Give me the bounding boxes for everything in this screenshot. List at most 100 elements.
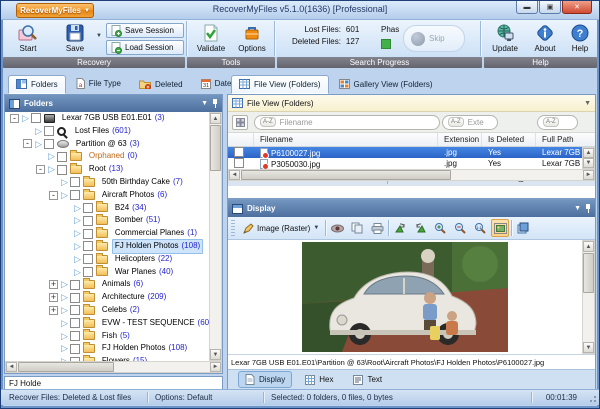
expand-toggle-icon[interactable]: - bbox=[10, 113, 19, 123]
tree-checkbox[interactable] bbox=[69, 190, 80, 201]
pin-icon[interactable] bbox=[212, 99, 218, 108]
tree-checkbox[interactable] bbox=[69, 330, 80, 341]
col-extension[interactable]: Extension bbox=[438, 133, 482, 146]
maximize-button[interactable]: ▣ bbox=[539, 1, 561, 14]
zoom-actual-size-icon[interactable]: 1:1 bbox=[471, 219, 489, 237]
file-checkbox[interactable] bbox=[234, 157, 244, 168]
fit-to-window-icon[interactable] bbox=[491, 219, 510, 237]
panel-menu-icon[interactable]: ▼ bbox=[201, 100, 208, 107]
zoom-out-icon[interactable] bbox=[451, 219, 469, 237]
image-mode-dropdown[interactable]: Image (Raster) ▼ bbox=[239, 222, 323, 235]
validate-button[interactable]: Validate bbox=[190, 21, 232, 55]
deleted-tab-icon bbox=[139, 79, 151, 89]
tree-checkbox[interactable] bbox=[82, 202, 93, 213]
col-filename[interactable]: Filename bbox=[254, 133, 438, 146]
tree-item[interactable]: ▷ B24 (34) bbox=[5, 201, 209, 215]
zoom-in-icon[interactable] bbox=[431, 219, 449, 237]
view-eye-icon[interactable] bbox=[328, 219, 346, 237]
tree-item[interactable]: ▷ Helicopters (22) bbox=[5, 252, 209, 266]
print-icon[interactable] bbox=[368, 219, 386, 237]
tab-file-type[interactable]: a File Type bbox=[68, 74, 129, 94]
tab-text[interactable]: Text bbox=[346, 372, 389, 388]
goto-arrow-icon: ▷ bbox=[61, 317, 68, 328]
svg-text:1:1: 1:1 bbox=[477, 225, 483, 230]
tree-checkbox[interactable] bbox=[82, 215, 93, 226]
tree-checkbox[interactable] bbox=[82, 266, 93, 277]
load-session-icon bbox=[111, 41, 122, 54]
resize-grip[interactable] bbox=[588, 394, 597, 403]
field-chooser-button[interactable] bbox=[232, 114, 248, 130]
pin-icon[interactable] bbox=[585, 204, 591, 213]
preview-vscrollbar[interactable]: ▲ ▼ bbox=[582, 240, 595, 354]
search-counters: Lost Files: 601 Deleted Files: 127 bbox=[292, 25, 359, 46]
tree-checkbox[interactable] bbox=[69, 343, 80, 354]
save-dropdown-arrow[interactable]: ▼ bbox=[96, 33, 102, 39]
save-button[interactable]: Save bbox=[55, 21, 95, 55]
expand-toggle-icon[interactable]: + bbox=[49, 280, 58, 290]
tree-checkbox[interactable] bbox=[69, 318, 80, 329]
options-button[interactable]: Options bbox=[233, 21, 271, 55]
tree-checkbox[interactable] bbox=[69, 177, 80, 188]
tree-checkbox[interactable] bbox=[56, 151, 67, 162]
checkbox-column-header[interactable] bbox=[228, 133, 254, 146]
list-hscrollbar[interactable]: ◄ ► bbox=[228, 169, 595, 181]
file-row[interactable]: P6100027.jpg .jpg Yes Lexar 7GB bbox=[228, 146, 595, 158]
folder-icon bbox=[95, 265, 108, 277]
load-session-button[interactable]: Load Session bbox=[106, 40, 184, 55]
tab-gallery-view[interactable]: Gallery View (Folders) bbox=[331, 75, 441, 94]
fullpath-filter-input[interactable]: A-Z bbox=[537, 114, 578, 130]
col-full-path[interactable]: Full Path bbox=[536, 133, 580, 146]
tree-checkbox[interactable] bbox=[69, 305, 80, 316]
tree-checkbox[interactable] bbox=[82, 228, 93, 239]
float-panel-icon[interactable] bbox=[514, 219, 532, 237]
tab-file-view[interactable]: File View (Folders) bbox=[231, 75, 329, 94]
extension-filter-input[interactable]: A-Z Exte bbox=[442, 114, 498, 130]
photo-preview[interactable] bbox=[302, 242, 508, 352]
toolbar-grip[interactable] bbox=[231, 220, 235, 236]
panel-menu-icon[interactable]: ▼ bbox=[584, 100, 591, 107]
help-button[interactable]: ? Help bbox=[564, 21, 596, 55]
tree-checkbox[interactable] bbox=[43, 138, 54, 149]
col-is-deleted[interactable]: Is Deleted bbox=[482, 133, 536, 146]
update-button[interactable]: Update bbox=[485, 21, 525, 55]
file-checkbox[interactable] bbox=[234, 146, 244, 157]
list-vscrollbar[interactable]: ▲ ▼ bbox=[582, 147, 595, 169]
expand-toggle-icon[interactable]: - bbox=[23, 139, 32, 149]
tree-vscrollbar[interactable]: ▲ ▼ bbox=[209, 112, 222, 361]
expand-toggle-icon[interactable]: + bbox=[49, 293, 58, 303]
tree-hscrollbar[interactable]: ◄ ► bbox=[5, 361, 222, 373]
tree-checkbox[interactable] bbox=[69, 279, 80, 290]
filename-filter-input[interactable]: A-Z Filename bbox=[254, 114, 440, 130]
expand-toggle-icon[interactable]: - bbox=[49, 190, 58, 200]
expand-toggle-icon[interactable]: + bbox=[49, 305, 58, 315]
file-view-header-icon bbox=[232, 98, 243, 108]
tree-checkbox[interactable] bbox=[82, 241, 93, 252]
tree-checkbox[interactable] bbox=[56, 164, 67, 175]
rotate-left-icon[interactable] bbox=[391, 219, 409, 237]
expand-toggle-icon[interactable]: - bbox=[36, 165, 45, 175]
tree-item[interactable]: ▷ FJ Holden Photos (108) bbox=[5, 238, 209, 254]
tab-display[interactable]: Display bbox=[238, 371, 293, 388]
tree-checkbox[interactable] bbox=[69, 292, 80, 303]
skip-button[interactable]: Skip bbox=[403, 25, 465, 52]
about-button[interactable]: About bbox=[527, 21, 563, 55]
minimize-button[interactable]: ▬ bbox=[516, 1, 538, 14]
tree-checkbox[interactable] bbox=[43, 126, 54, 137]
tab-hex[interactable]: Hex bbox=[298, 372, 340, 388]
tree-item-count: (3) bbox=[154, 113, 165, 122]
tab-folders[interactable]: Folders bbox=[8, 75, 66, 94]
save-session-button[interactable]: Save Session bbox=[106, 23, 184, 38]
tree-checkbox[interactable] bbox=[30, 113, 41, 124]
folder-tree: - ▷ Lexar 7GB USB E01.E01 (3) ▷ Lost Files (60… bbox=[5, 112, 209, 361]
panel-menu-icon[interactable]: ▼ bbox=[574, 205, 581, 212]
date-tab-icon: 31 bbox=[200, 78, 211, 89]
start-button[interactable]: Start bbox=[6, 21, 50, 55]
copy-icon[interactable] bbox=[348, 219, 366, 237]
close-button[interactable]: ✕ bbox=[562, 1, 592, 14]
tree-checkbox[interactable] bbox=[82, 254, 93, 265]
tab-deleted[interactable]: Deleted bbox=[131, 75, 191, 94]
tree-item[interactable]: - ▷ Aircraft Photos (6) bbox=[5, 188, 209, 202]
rotate-right-icon[interactable] bbox=[411, 219, 429, 237]
folder-icon bbox=[82, 188, 95, 200]
file-row[interactable]: P3050030.jpg .jpg Yes Lexar 7GB bbox=[228, 157, 595, 169]
